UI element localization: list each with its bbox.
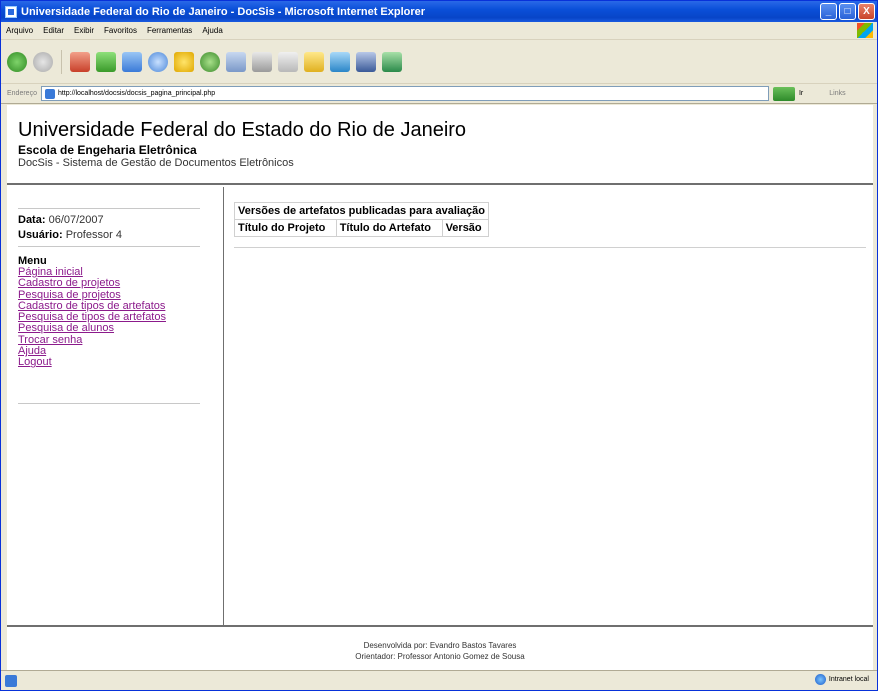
menu-editar[interactable]: Editar xyxy=(38,26,69,35)
date-info: Data: 06/07/2007 xyxy=(18,214,104,226)
maximize-button[interactable]: □ xyxy=(839,3,856,20)
link-trocar-senha[interactable]: Trocar senha xyxy=(18,334,208,346)
date-label: Data: xyxy=(18,214,46,226)
main-divider xyxy=(234,247,866,248)
home-icon[interactable] xyxy=(122,51,142,72)
menu-arquivo[interactable]: Arquivo xyxy=(1,26,38,35)
window-title: Universidade Federal do Rio de Janeiro -… xyxy=(21,5,426,18)
page-icon xyxy=(44,88,55,99)
forward-icon[interactable] xyxy=(33,51,53,72)
menu-links: Página inicial Cadastro de projetos Pesq… xyxy=(18,266,208,369)
table-header-row: Título do Projeto Título do Artefato Ver… xyxy=(234,219,490,237)
address-input[interactable]: http://localhost/docsis/docsis_pagina_pr… xyxy=(40,86,769,101)
user-info: Usuário: Professor 4 xyxy=(18,229,122,241)
address-label: Endereço xyxy=(7,90,37,97)
ie-icon xyxy=(5,5,17,18)
toolbar xyxy=(1,40,877,84)
menu-favoritos[interactable]: Favoritos xyxy=(99,26,142,35)
minimize-button[interactable]: _ xyxy=(820,3,837,20)
edit-icon[interactable] xyxy=(278,51,298,72)
column-header-artefato: Título do Artefato xyxy=(335,219,443,237)
refresh-icon[interactable] xyxy=(96,51,116,72)
column-header-versao: Versão xyxy=(441,219,490,237)
table-caption: Versões de artefatos publicadas para ava… xyxy=(233,202,490,220)
print-icon[interactable] xyxy=(252,51,272,72)
address-bar: Endereço http://localhost/docsis/docsis_… xyxy=(1,84,877,104)
toolbar-separator xyxy=(61,49,62,74)
page-status-icon xyxy=(5,674,17,687)
link-cadastro-projetos[interactable]: Cadastro de projetos xyxy=(18,277,208,289)
sidebar-divider xyxy=(18,208,200,209)
artifacts-table: Versões de artefatos publicadas para ava… xyxy=(233,202,490,237)
search-icon[interactable] xyxy=(148,51,168,72)
main-content: Versões de artefatos publicadas para ava… xyxy=(225,187,873,625)
mail-icon[interactable] xyxy=(226,51,246,72)
sidebar: Data: 06/07/2007 Usuário: Professor 4 Me… xyxy=(7,187,224,625)
windows-logo-icon xyxy=(857,23,873,38)
link-logout[interactable]: Logout xyxy=(18,357,208,369)
address-url: http://localhost/docsis/docsis_pagina_pr… xyxy=(57,90,216,97)
title-bar[interactable]: Universidade Federal do Rio de Janeiro -… xyxy=(1,1,877,22)
sidebar-divider xyxy=(18,403,200,404)
history-icon[interactable] xyxy=(200,51,220,72)
user-label: Usuário: xyxy=(18,229,63,241)
page-header: Universidade Federal do Estado do Rio de… xyxy=(7,105,873,185)
footer-advisor: Orientador: Professor Antonio Gomez de S… xyxy=(355,652,525,661)
school-name: Escola de Engeharia Eletrônica xyxy=(18,143,197,157)
research-icon[interactable] xyxy=(356,51,376,72)
menu-exibir[interactable]: Exibir xyxy=(69,26,99,35)
back-icon[interactable] xyxy=(7,51,27,72)
page-content: Universidade Federal do Estado do Rio de… xyxy=(7,105,873,670)
go-button[interactable]: Ir xyxy=(795,90,809,97)
folder-icon[interactable] xyxy=(304,51,324,72)
links-button[interactable]: Links xyxy=(809,90,845,97)
column-header-projeto: Título do Projeto xyxy=(234,219,337,237)
page-title: Universidade Federal do Estado do Rio de… xyxy=(18,119,467,141)
menu-ferramentas[interactable]: Ferramentas xyxy=(142,26,197,35)
menu-ajuda[interactable]: Ajuda xyxy=(197,26,227,35)
stop-icon[interactable] xyxy=(70,51,90,72)
sidebar-divider xyxy=(18,246,200,247)
messenger-icon[interactable] xyxy=(330,51,350,72)
zone-label: Intranet local xyxy=(828,676,869,683)
browser-window: Universidade Federal do Rio de Janeiro -… xyxy=(0,0,878,691)
go-arrow-icon[interactable] xyxy=(772,86,795,101)
page-footer: Desenvolvida por: Evandro Bastos Tavares… xyxy=(7,625,873,670)
favorites-icon[interactable] xyxy=(174,51,194,72)
user-value: Professor 4 xyxy=(65,229,122,241)
date-value: 06/07/2007 xyxy=(48,214,104,226)
status-bar: Intranet local xyxy=(1,670,877,690)
footer-developer: Desenvolvida por: Evandro Bastos Tavares xyxy=(363,641,517,650)
close-button[interactable]: X xyxy=(858,3,875,20)
menu-bar: Arquivo Editar Exibir Favoritos Ferramen… xyxy=(1,22,877,40)
security-zone: Intranet local xyxy=(814,674,869,685)
msn-icon[interactable] xyxy=(382,51,402,72)
system-name: DocSis - Sistema de Gestão de Documentos… xyxy=(18,157,294,169)
globe-icon xyxy=(814,674,826,685)
